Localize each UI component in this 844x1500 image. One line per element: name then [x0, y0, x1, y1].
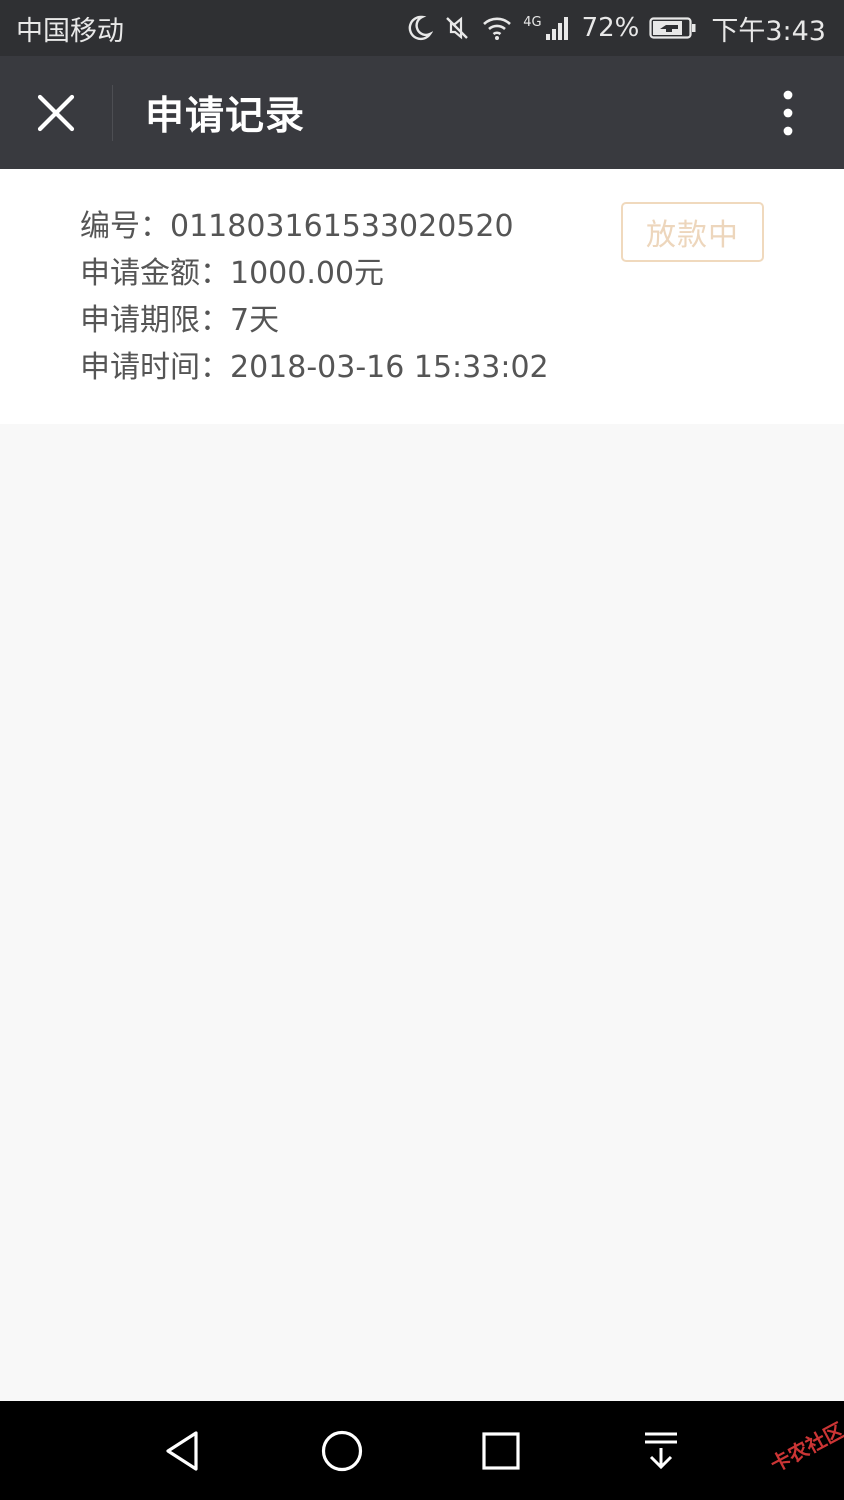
mute-icon: [446, 16, 469, 40]
back-triangle-icon: [166, 1431, 198, 1471]
record-details: 编号： 011803161533020520 申请金额： 1000.00元 申请期限…: [80, 203, 549, 391]
clock: 下午3:43: [711, 15, 826, 47]
status-bar: 中国移动 4G 72% 下午3:43: [0, 0, 844, 56]
recents-button[interactable]: [471, 1425, 531, 1477]
status-badge: 放款中: [621, 202, 764, 262]
record-term-label: 申请期限：: [80, 303, 230, 338]
record-amount-label: 申请金额：: [80, 256, 230, 291]
record-time-value: 2018-03-16 15:33:02: [230, 350, 549, 385]
record-amount-row: 申请金额： 1000.00元: [80, 250, 549, 297]
notification-pull-icon: [645, 1432, 677, 1470]
record-term-row: 申请期限： 7天: [80, 297, 549, 344]
page-title: 申请记录: [145, 93, 306, 139]
record-time-row: 申请时间： 2018-03-16 15:33:02: [80, 344, 549, 391]
record-number-row: 编号： 011803161533020520: [80, 203, 549, 250]
status-icons: 4G 72% 下午3:43: [405, 9, 826, 48]
system-nav-bar: [0, 1401, 844, 1500]
more-vertical-icon: [783, 90, 793, 135]
moon-icon: [408, 15, 434, 41]
home-button[interactable]: [312, 1425, 372, 1477]
title-divider: [112, 84, 113, 141]
application-record-card[interactable]: 编号： 011803161533020520 申请金额： 1000.00元 申请期限…: [0, 169, 844, 424]
close-button[interactable]: [0, 56, 112, 169]
battery-percent: 72%: [581, 13, 640, 43]
recents-square-icon: [482, 1432, 520, 1470]
close-icon: [37, 94, 75, 131]
more-options-button[interactable]: [732, 56, 844, 169]
home-circle-icon: [321, 1430, 363, 1472]
record-term-value: 7天: [230, 303, 280, 338]
record-time-label: 申请时间：: [80, 350, 230, 385]
record-number-label: 编号：: [80, 209, 170, 244]
network-type: 4G: [523, 14, 542, 30]
notification-pull-button[interactable]: [631, 1425, 691, 1477]
record-number-value: 011803161533020520: [170, 209, 514, 244]
signal-icon: [545, 17, 568, 40]
record-amount-value: 1000.00元: [230, 256, 385, 291]
wifi-icon: [483, 17, 512, 40]
battery-charging-icon: [649, 17, 696, 39]
title-bar: 申请记录: [0, 56, 844, 169]
back-button[interactable]: [152, 1425, 212, 1477]
carrier-label: 中国移动: [16, 15, 124, 47]
